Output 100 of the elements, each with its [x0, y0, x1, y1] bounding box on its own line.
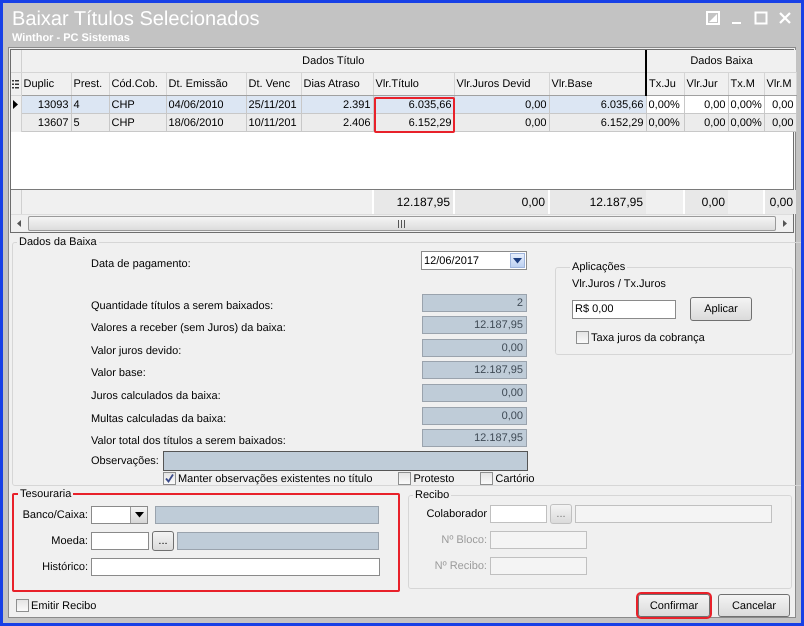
table-cell: 18/06/2010 [166, 114, 246, 132]
close-icon[interactable] [778, 11, 792, 25]
table-cell: 0,00 [684, 114, 728, 132]
date-picker[interactable]: 12/06/2017 [421, 251, 527, 270]
apply-button[interactable]: Aplicar [690, 297, 752, 321]
column-header[interactable]: Prest. [71, 72, 109, 96]
table-cell: 0,00 [454, 114, 549, 132]
field-label: Nº Bloco: [440, 534, 487, 546]
column-header[interactable]: Vlr.M [764, 72, 796, 96]
dialog-button[interactable]: Confirmar [638, 594, 710, 617]
checkbox-label: Cartório [495, 472, 535, 485]
readonly-field: 0,00 [422, 406, 527, 425]
table-cell: 2.391 [301, 96, 373, 114]
field-label: Multas calculadas da baixa: [91, 412, 226, 425]
column-header[interactable]: Cód.Cob. [109, 72, 166, 96]
horizontal-scrollbar[interactable] [11, 214, 793, 232]
browse-button[interactable]: ... [152, 531, 174, 551]
field-label: Valor juros devido: [91, 344, 182, 357]
readonly-field: 0,00 [422, 338, 527, 357]
field-label: Vlr.Juros / Tx.Juros [572, 278, 667, 290]
dropdown[interactable] [91, 506, 148, 524]
window-subtitle: Winthor - PC Sistemas [12, 32, 131, 44]
input-field[interactable] [91, 532, 149, 550]
table-cell: 2.406 [301, 114, 373, 132]
maximize-icon[interactable] [754, 11, 768, 25]
input-field[interactable]: R$ 0,00 [572, 300, 676, 318]
field-label: Valores a receber (sem Juros) da baixa: [91, 322, 286, 334]
table-cell: 0,00% [728, 114, 764, 132]
dropdown-icon[interactable] [513, 258, 522, 264]
dialog-button[interactable]: Cancelar [718, 594, 790, 617]
input-field[interactable] [490, 557, 587, 575]
group-title: Recibo [414, 489, 450, 501]
table-cell: 0,00% [728, 96, 764, 114]
input-field[interactable] [490, 505, 547, 523]
table-cell: 13607 [21, 114, 71, 132]
field-label: Histórico: [41, 561, 88, 573]
checkbox[interactable] [398, 472, 412, 486]
column-header[interactable]: Vlr.Título [373, 72, 454, 96]
table-row[interactable]: 13607 5 CHP 18/06/2010 10/11/201 2.406 6.152,29 0,00 6.152,29 0,00% 0,00 0,00% 0,00 [11, 114, 796, 132]
checkbox[interactable] [576, 331, 589, 344]
group-title: Tesouraria [19, 488, 72, 500]
checkbox-label: Protesto [413, 472, 454, 485]
column-header[interactable]: Tx.Ju [646, 72, 684, 96]
table-cell: CHP [109, 114, 166, 132]
field-label: Data de pagamento: [91, 258, 191, 270]
column-header[interactable]: Vlr.Juros Devid [454, 72, 549, 96]
checkbox-label: Manter observações existentes no título [178, 472, 372, 485]
column-header[interactable]: Dt. Emissão [166, 72, 246, 96]
row-pointer-icon [13, 100, 18, 110]
readonly-field: 12.187,95 [422, 316, 527, 334]
field-label: Moeda: [50, 535, 88, 547]
group-header: Dados Baixa [646, 50, 796, 72]
table-cell: 10/11/201 [246, 114, 301, 132]
table-cell: 13093 [21, 96, 71, 114]
table-cell: 0,00% [646, 96, 684, 114]
column-header[interactable]: Tx.M [728, 72, 764, 96]
total-cell: 12.187,95 [549, 190, 646, 214]
column-header[interactable]: Dias Atraso [301, 72, 373, 96]
table-cell: 5 [71, 114, 109, 132]
scroll-left-icon[interactable] [15, 219, 24, 228]
checkbox[interactable] [480, 472, 494, 486]
table-cell: 04/06/2010 [166, 96, 246, 114]
readonly-field: 2 [422, 294, 527, 312]
scrollbar-thumb[interactable] [28, 216, 776, 231]
column-list-icon[interactable] [12, 80, 20, 88]
table-cell: 6.035,66 [549, 96, 646, 114]
field-label: Banco/Caixa: [22, 509, 88, 521]
field-label: Nº Recibo: [434, 560, 487, 572]
readonly-field: 0,00 [422, 384, 527, 402]
table-cell: 0,00 [764, 114, 796, 132]
readonly-field: 12.187,95 [422, 361, 527, 380]
table-cell: 0,00 [764, 96, 796, 114]
total-cell: 12.187,95 [373, 190, 454, 214]
table-cell: 4 [71, 96, 109, 114]
column-header[interactable]: Duplic [21, 72, 71, 96]
field-label: Observações: [91, 455, 159, 468]
input-field[interactable] [91, 558, 380, 576]
checkbox-label: Taxa juros da cobrança [591, 332, 705, 344]
checkbox-label: Emitir Recibo [31, 600, 96, 612]
column-header[interactable]: Dt. Venc [246, 72, 301, 96]
notes-field[interactable] [162, 451, 528, 472]
total-cell: 0,00 [684, 190, 728, 214]
field-label: Quantidade títulos a serem baixados: [91, 300, 274, 312]
total-cell: 0,00 [764, 190, 796, 214]
field-label: Colaborador [425, 508, 487, 520]
field-label: Juros calculados da baixa: [91, 390, 221, 402]
table-cell: CHP [109, 96, 166, 114]
scroll-right-icon[interactable] [780, 219, 789, 228]
dropdown-icon[interactable] [134, 512, 144, 518]
table-cell: 0,00 [684, 96, 728, 114]
column-header[interactable]: Vlr.Base [549, 72, 646, 96]
input-field[interactable] [490, 531, 587, 549]
table-row[interactable]: 13093 4 CHP 04/06/2010 25/11/201 2.391 6.035,66 0,00 6.035,66 0,00% 0,00 0,00% 0,00 [11, 96, 796, 114]
total-cell: 0,00 [454, 190, 549, 214]
table-cell: 6.152,29 [373, 114, 454, 132]
checkbox[interactable] [16, 599, 29, 612]
field-label: Valor total dos títulos a serem baixados: [91, 435, 286, 448]
table-cell: 6.152,29 [549, 114, 646, 132]
restore-icon[interactable] [706, 11, 720, 25]
checkbox[interactable] [163, 472, 176, 486]
